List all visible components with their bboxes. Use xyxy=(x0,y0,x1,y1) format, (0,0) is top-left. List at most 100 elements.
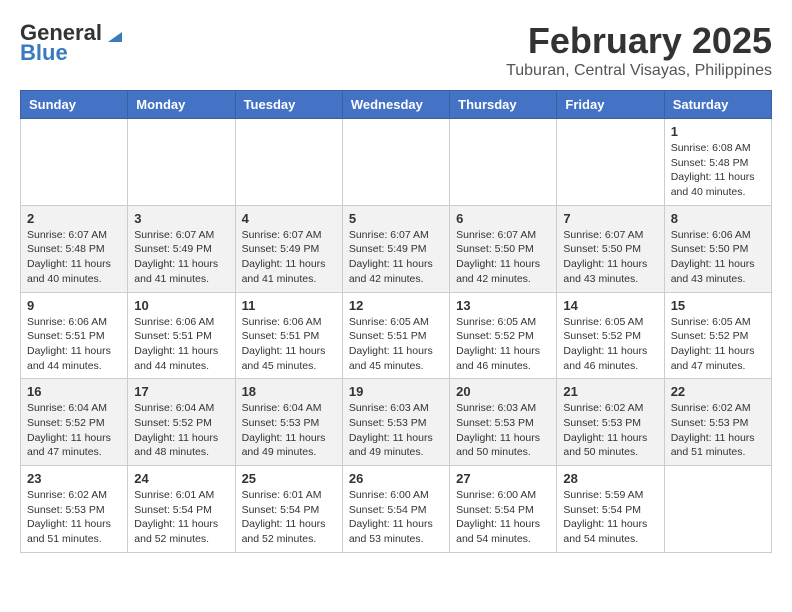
day-info: Sunrise: 6:04 AM Sunset: 5:52 PM Dayligh… xyxy=(134,401,228,460)
calendar-cell xyxy=(557,119,664,206)
day-info: Sunrise: 6:02 AM Sunset: 5:53 PM Dayligh… xyxy=(27,488,121,547)
calendar-week-3: 16Sunrise: 6:04 AM Sunset: 5:52 PM Dayli… xyxy=(21,379,772,466)
day-info: Sunrise: 6:01 AM Sunset: 5:54 PM Dayligh… xyxy=(242,488,336,547)
day-number: 7 xyxy=(563,211,657,226)
title-area: February 2025 Tuburan, Central Visayas, … xyxy=(506,20,772,80)
day-info: Sunrise: 6:05 AM Sunset: 5:51 PM Dayligh… xyxy=(349,315,443,374)
day-number: 26 xyxy=(349,471,443,486)
calendar-cell xyxy=(664,466,771,553)
day-info: Sunrise: 6:02 AM Sunset: 5:53 PM Dayligh… xyxy=(671,401,765,460)
day-info: Sunrise: 6:00 AM Sunset: 5:54 PM Dayligh… xyxy=(456,488,550,547)
day-number: 8 xyxy=(671,211,765,226)
day-number: 17 xyxy=(134,384,228,399)
day-info: Sunrise: 6:05 AM Sunset: 5:52 PM Dayligh… xyxy=(563,315,657,374)
calendar-cell xyxy=(342,119,449,206)
month-title: February 2025 xyxy=(506,20,772,62)
calendar-week-1: 2 Sunrise: 6:07 AM Sunset: 5:48 PM Daylig… xyxy=(21,205,772,292)
calendar-cell: 15 Sunrise: 6:05 AM Sunset: 5:52 PM Dayli… xyxy=(664,292,771,379)
day-number: 1 xyxy=(671,124,765,139)
day-info: Sunrise: 6:02 AM Sunset: 5:53 PM Dayligh… xyxy=(563,401,657,460)
day-number: 24 xyxy=(134,471,228,486)
calendar-header-monday: Monday xyxy=(128,91,235,119)
calendar-cell xyxy=(235,119,342,206)
day-number: 15 xyxy=(671,298,765,313)
day-number: 14 xyxy=(563,298,657,313)
calendar-header-row: SundayMondayTuesdayWednesdayThursdayFrid… xyxy=(21,91,772,119)
day-number: 19 xyxy=(349,384,443,399)
day-info: Sunrise: 6:03 AM Sunset: 5:53 PM Dayligh… xyxy=(349,401,443,460)
calendar-cell: 1 Sunrise: 6:08 AM Sunset: 5:48 PM Daylig… xyxy=(664,119,771,206)
calendar: SundayMondayTuesdayWednesdayThursdayFrid… xyxy=(20,90,772,553)
header: General Blue February 2025 Tuburan, Cent… xyxy=(20,20,772,80)
calendar-cell: 13 Sunrise: 6:05 AM Sunset: 5:52 PM Dayli… xyxy=(450,292,557,379)
calendar-cell: 21Sunrise: 6:02 AM Sunset: 5:53 PM Dayli… xyxy=(557,379,664,466)
calendar-cell: 19 Sunrise: 6:03 AM Sunset: 5:53 PM Dayli… xyxy=(342,379,449,466)
day-number: 10 xyxy=(134,298,228,313)
calendar-header-thursday: Thursday xyxy=(450,91,557,119)
day-number: 20 xyxy=(456,384,550,399)
calendar-cell: 6 Sunrise: 6:07 AM Sunset: 5:50 PM Daylig… xyxy=(450,205,557,292)
calendar-cell: 27Sunrise: 6:00 AM Sunset: 5:54 PM Dayli… xyxy=(450,466,557,553)
day-number: 6 xyxy=(456,211,550,226)
calendar-cell: 22 Sunrise: 6:02 AM Sunset: 5:53 PM Dayli… xyxy=(664,379,771,466)
calendar-cell: 10 Sunrise: 6:06 AM Sunset: 5:51 PM Dayli… xyxy=(128,292,235,379)
day-number: 13 xyxy=(456,298,550,313)
day-info: Sunrise: 6:04 AM Sunset: 5:52 PM Dayligh… xyxy=(27,401,121,460)
day-number: 28 xyxy=(563,471,657,486)
day-info: Sunrise: 6:07 AM Sunset: 5:50 PM Dayligh… xyxy=(563,228,657,287)
day-info: Sunrise: 6:06 AM Sunset: 5:51 PM Dayligh… xyxy=(27,315,121,374)
day-info: Sunrise: 6:05 AM Sunset: 5:52 PM Dayligh… xyxy=(671,315,765,374)
day-info: Sunrise: 6:07 AM Sunset: 5:48 PM Dayligh… xyxy=(27,228,121,287)
calendar-cell: 2 Sunrise: 6:07 AM Sunset: 5:48 PM Daylig… xyxy=(21,205,128,292)
day-info: Sunrise: 6:05 AM Sunset: 5:52 PM Dayligh… xyxy=(456,315,550,374)
calendar-cell: 28 Sunrise: 5:59 AM Sunset: 5:54 PM Dayli… xyxy=(557,466,664,553)
day-number: 4 xyxy=(242,211,336,226)
calendar-week-0: 1 Sunrise: 6:08 AM Sunset: 5:48 PM Daylig… xyxy=(21,119,772,206)
day-info: Sunrise: 6:04 AM Sunset: 5:53 PM Dayligh… xyxy=(242,401,336,460)
calendar-cell: 11Sunrise: 6:06 AM Sunset: 5:51 PM Dayli… xyxy=(235,292,342,379)
day-info: Sunrise: 6:06 AM Sunset: 5:51 PM Dayligh… xyxy=(134,315,228,374)
logo: General Blue xyxy=(20,20,122,66)
logo-blue-text: Blue xyxy=(20,40,68,66)
day-info: Sunrise: 6:03 AM Sunset: 5:53 PM Dayligh… xyxy=(456,401,550,460)
day-number: 12 xyxy=(349,298,443,313)
calendar-week-4: 23Sunrise: 6:02 AM Sunset: 5:53 PM Dayli… xyxy=(21,466,772,553)
calendar-header-sunday: Sunday xyxy=(21,91,128,119)
calendar-cell: 3Sunrise: 6:07 AM Sunset: 5:49 PM Daylig… xyxy=(128,205,235,292)
calendar-cell: 23Sunrise: 6:02 AM Sunset: 5:53 PM Dayli… xyxy=(21,466,128,553)
day-number: 9 xyxy=(27,298,121,313)
location-title: Tuburan, Central Visayas, Philippines xyxy=(506,62,772,80)
calendar-cell xyxy=(21,119,128,206)
calendar-cell: 18 Sunrise: 6:04 AM Sunset: 5:53 PM Dayli… xyxy=(235,379,342,466)
calendar-body: 1 Sunrise: 6:08 AM Sunset: 5:48 PM Daylig… xyxy=(21,119,772,553)
calendar-cell: 20 Sunrise: 6:03 AM Sunset: 5:53 PM Dayli… xyxy=(450,379,557,466)
calendar-cell xyxy=(128,119,235,206)
day-number: 2 xyxy=(27,211,121,226)
day-info: Sunrise: 6:07 AM Sunset: 5:49 PM Dayligh… xyxy=(349,228,443,287)
day-number: 25 xyxy=(242,471,336,486)
day-number: 5 xyxy=(349,211,443,226)
day-info: Sunrise: 6:00 AM Sunset: 5:54 PM Dayligh… xyxy=(349,488,443,547)
calendar-cell: 7 Sunrise: 6:07 AM Sunset: 5:50 PM Daylig… xyxy=(557,205,664,292)
calendar-cell: 5 Sunrise: 6:07 AM Sunset: 5:49 PM Daylig… xyxy=(342,205,449,292)
day-number: 22 xyxy=(671,384,765,399)
logo-icon xyxy=(104,24,122,42)
calendar-cell: 4Sunrise: 6:07 AM Sunset: 5:49 PM Daylig… xyxy=(235,205,342,292)
calendar-header-saturday: Saturday xyxy=(664,91,771,119)
calendar-cell: 16Sunrise: 6:04 AM Sunset: 5:52 PM Dayli… xyxy=(21,379,128,466)
calendar-cell: 8Sunrise: 6:06 AM Sunset: 5:50 PM Daylig… xyxy=(664,205,771,292)
calendar-cell: 25 Sunrise: 6:01 AM Sunset: 5:54 PM Dayli… xyxy=(235,466,342,553)
calendar-header-friday: Friday xyxy=(557,91,664,119)
calendar-cell xyxy=(450,119,557,206)
day-number: 3 xyxy=(134,211,228,226)
day-number: 18 xyxy=(242,384,336,399)
calendar-cell: 9 Sunrise: 6:06 AM Sunset: 5:51 PM Daylig… xyxy=(21,292,128,379)
day-info: Sunrise: 5:59 AM Sunset: 5:54 PM Dayligh… xyxy=(563,488,657,547)
calendar-header-wednesday: Wednesday xyxy=(342,91,449,119)
day-info: Sunrise: 6:01 AM Sunset: 5:54 PM Dayligh… xyxy=(134,488,228,547)
day-info: Sunrise: 6:07 AM Sunset: 5:50 PM Dayligh… xyxy=(456,228,550,287)
day-info: Sunrise: 6:08 AM Sunset: 5:48 PM Dayligh… xyxy=(671,141,765,200)
calendar-cell: 24 Sunrise: 6:01 AM Sunset: 5:54 PM Dayli… xyxy=(128,466,235,553)
calendar-header-tuesday: Tuesday xyxy=(235,91,342,119)
calendar-cell: 17 Sunrise: 6:04 AM Sunset: 5:52 PM Dayli… xyxy=(128,379,235,466)
